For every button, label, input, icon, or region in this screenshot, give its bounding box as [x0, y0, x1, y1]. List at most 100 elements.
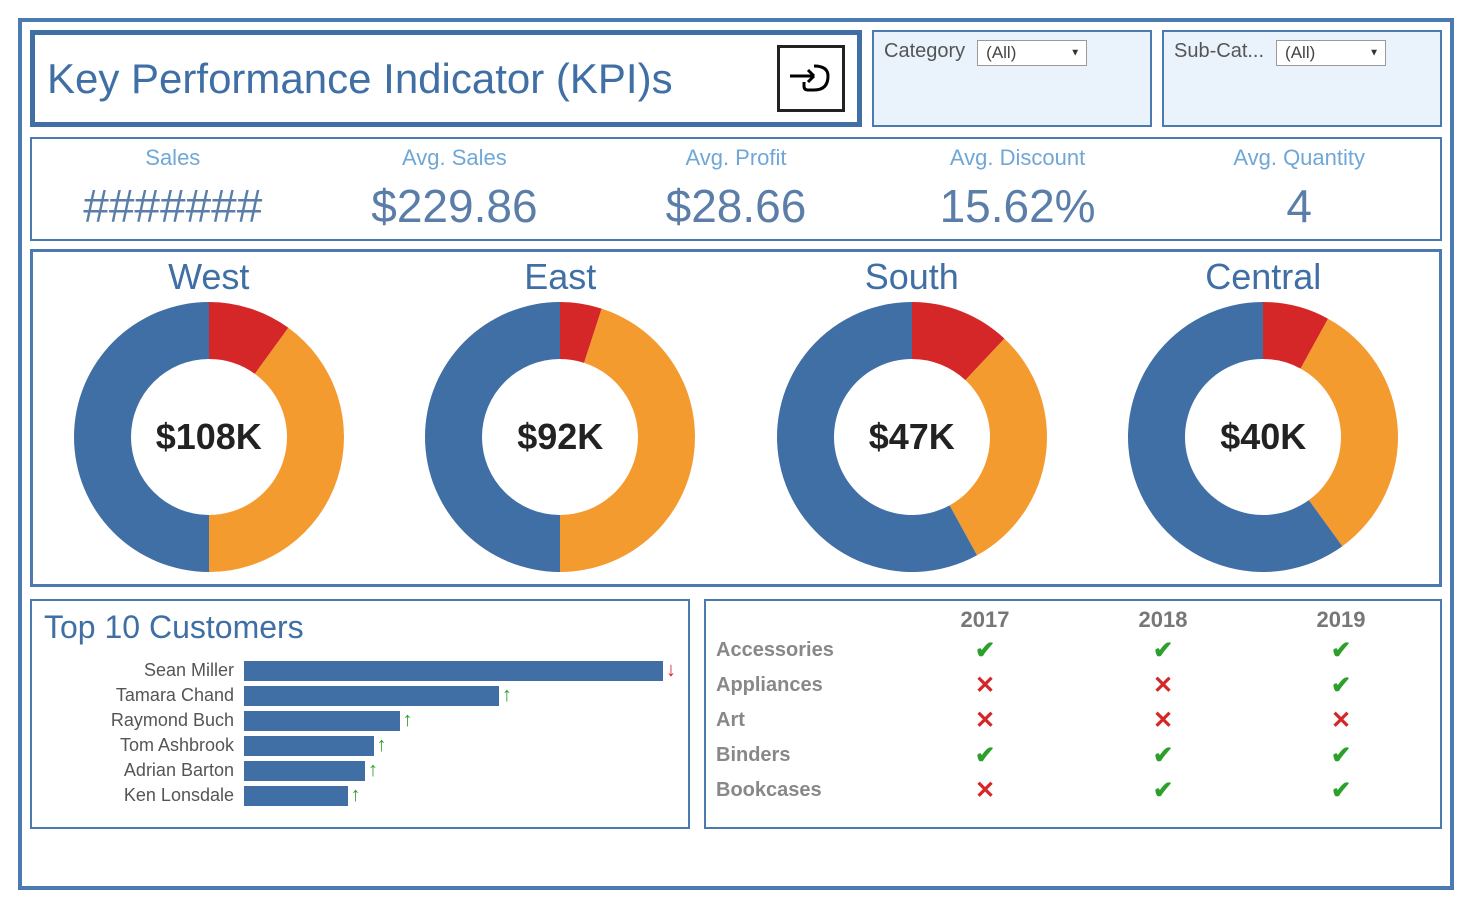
matrix-cell: ✕ [896, 671, 1074, 700]
trend-up-icon: ↑ [368, 759, 378, 782]
kpi-value: ####### [32, 179, 314, 233]
pointer-icon[interactable] [777, 45, 845, 112]
customer-row[interactable]: Ken Lonsdale ↑ [44, 783, 676, 808]
customers-list: Sean Miller ↓ Tamara Chand ↑ Raymond Buc… [44, 658, 676, 808]
customer-row[interactable]: Tamara Chand ↑ [44, 683, 676, 708]
customer-name: Adrian Barton [44, 760, 244, 781]
region-donut-east[interactable]: East $92K [385, 256, 737, 572]
region-donut-panel: West $108K East $92K South $47K Central … [30, 249, 1442, 587]
trend-up-icon: ↑ [502, 684, 512, 707]
filter-subcategory-label: Sub-Cat... [1174, 40, 1264, 63]
trend-up-icon: ↑ [403, 709, 413, 732]
kpi-label: Avg. Sales [314, 145, 596, 171]
region-donut-south[interactable]: South $47K [736, 256, 1088, 572]
matrix-cell: ✕ [896, 776, 1074, 805]
header-row: Key Performance Indicator (KPI)s Categor… [30, 30, 1442, 127]
region-donut-west[interactable]: West $108K [33, 256, 385, 572]
customer-bar [244, 786, 348, 806]
matrix-row-label: Art [716, 709, 896, 732]
page-title: Key Performance Indicator (KPI)s [47, 55, 767, 103]
kpi-label: Avg. Quantity [1158, 145, 1440, 171]
customer-bar [244, 686, 499, 706]
customer-bar-wrap: ↑ [244, 684, 676, 707]
matrix-cell: ✔ [1074, 636, 1252, 665]
matrix-row: Binders✔✔✔ [716, 738, 1430, 773]
customer-name: Tom Ashbrook [44, 735, 244, 756]
kpi-row: Sales ####### Avg. Sales $229.86 Avg. Pr… [30, 137, 1442, 241]
matrix-row-label: Appliances [716, 674, 896, 697]
check-icon: ✔ [975, 742, 995, 769]
matrix-cell: ✔ [896, 741, 1074, 770]
matrix-cell: ✕ [896, 706, 1074, 735]
customer-bar [244, 736, 374, 756]
customer-bar-wrap: ↑ [244, 709, 676, 732]
donut-chart: $40K [1128, 302, 1398, 572]
bottom-row: Top 10 Customers Sean Miller ↓ Tamara Ch… [30, 599, 1442, 829]
kpi-sales: Sales ####### [32, 145, 314, 233]
donut-center-value: $40K [1220, 416, 1306, 458]
customer-name: Sean Miller [44, 660, 244, 681]
customer-row[interactable]: Tom Ashbrook ↑ [44, 733, 676, 758]
matrix-cell: ✔ [1252, 671, 1430, 700]
kpi-avg-profit: Avg. Profit $28.66 [595, 145, 877, 233]
cross-icon: ✕ [975, 707, 995, 734]
matrix-row: Appliances ✕ ✕ ✔ [716, 668, 1430, 703]
matrix-body: Accessories✔✔✔Appliances✕✕✔Art✕✕✕Binders… [716, 633, 1430, 808]
check-icon: ✔ [1331, 777, 1351, 804]
matrix-year-header: 2018 [1074, 607, 1252, 633]
matrix-row: Art✕✕✕ [716, 703, 1430, 738]
matrix-row-label: Accessories [716, 639, 896, 662]
customer-bar-wrap: ↓ [244, 659, 676, 682]
kpi-avg-discount: Avg. Discount 15.62% [877, 145, 1159, 233]
trend-down-icon: ↓ [666, 659, 676, 682]
kpi-label: Avg. Discount [877, 145, 1159, 171]
kpi-value: $28.66 [595, 179, 877, 233]
kpi-label: Avg. Profit [595, 145, 877, 171]
matrix-cell: ✔ [1074, 776, 1252, 805]
cross-icon: ✕ [975, 672, 995, 699]
donut-chart: $47K [777, 302, 1047, 572]
donut-chart: $108K [74, 302, 344, 572]
filter-subcategory-panel: Sub-Cat... (All) [1162, 30, 1442, 127]
kpi-value: $229.86 [314, 179, 596, 233]
customer-bar-wrap: ↑ [244, 734, 676, 757]
region-donut-central[interactable]: Central $40K [1088, 256, 1440, 572]
filter-subcategory-select[interactable]: (All) [1276, 40, 1386, 66]
check-icon: ✔ [1331, 742, 1351, 769]
top-customers-title: Top 10 Customers [44, 609, 676, 646]
kpi-label: Sales [32, 145, 314, 171]
kpi-avg-sales: Avg. Sales $229.86 [314, 145, 596, 233]
cross-icon: ✕ [975, 777, 995, 804]
matrix-cell: ✔ [1252, 636, 1430, 665]
matrix-cell: ✔ [1252, 776, 1430, 805]
region-name: Central [1088, 256, 1440, 298]
customer-row[interactable]: Sean Miller ↓ [44, 658, 676, 683]
filter-category-select[interactable]: (All) [977, 40, 1087, 66]
customer-bar [244, 661, 663, 681]
customer-name: Raymond Buch [44, 710, 244, 731]
matrix-year-header: 2019 [1252, 607, 1430, 633]
donut-center-value: $108K [156, 416, 262, 458]
check-icon: ✔ [1331, 637, 1351, 664]
title-panel: Key Performance Indicator (KPI)s [30, 30, 862, 127]
customer-bar [244, 711, 400, 731]
cross-icon: ✕ [1153, 672, 1173, 699]
filter-subcategory-value: (All) [1285, 43, 1315, 63]
matrix-row-label: Binders [716, 744, 896, 767]
matrix-cell: ✕ [1074, 706, 1252, 735]
check-icon: ✔ [975, 637, 995, 664]
region-name: East [385, 256, 737, 298]
customer-bar [244, 761, 365, 781]
top-customers-panel: Top 10 Customers Sean Miller ↓ Tamara Ch… [30, 599, 690, 829]
matrix-row-label: Bookcases [716, 779, 896, 802]
category-year-matrix-panel: 201720182019 Accessories✔✔✔Appliances✕✕✔… [704, 599, 1442, 829]
check-icon: ✔ [1331, 672, 1351, 699]
donut-center-value: $47K [869, 416, 955, 458]
customer-row[interactable]: Adrian Barton ↑ [44, 758, 676, 783]
kpi-value: 15.62% [877, 179, 1159, 233]
customer-row[interactable]: Raymond Buch ↑ [44, 708, 676, 733]
filter-category-value: (All) [986, 43, 1016, 63]
donut-chart: $92K [425, 302, 695, 572]
matrix-cell: ✕ [1252, 706, 1430, 735]
trend-up-icon: ↑ [377, 734, 387, 757]
